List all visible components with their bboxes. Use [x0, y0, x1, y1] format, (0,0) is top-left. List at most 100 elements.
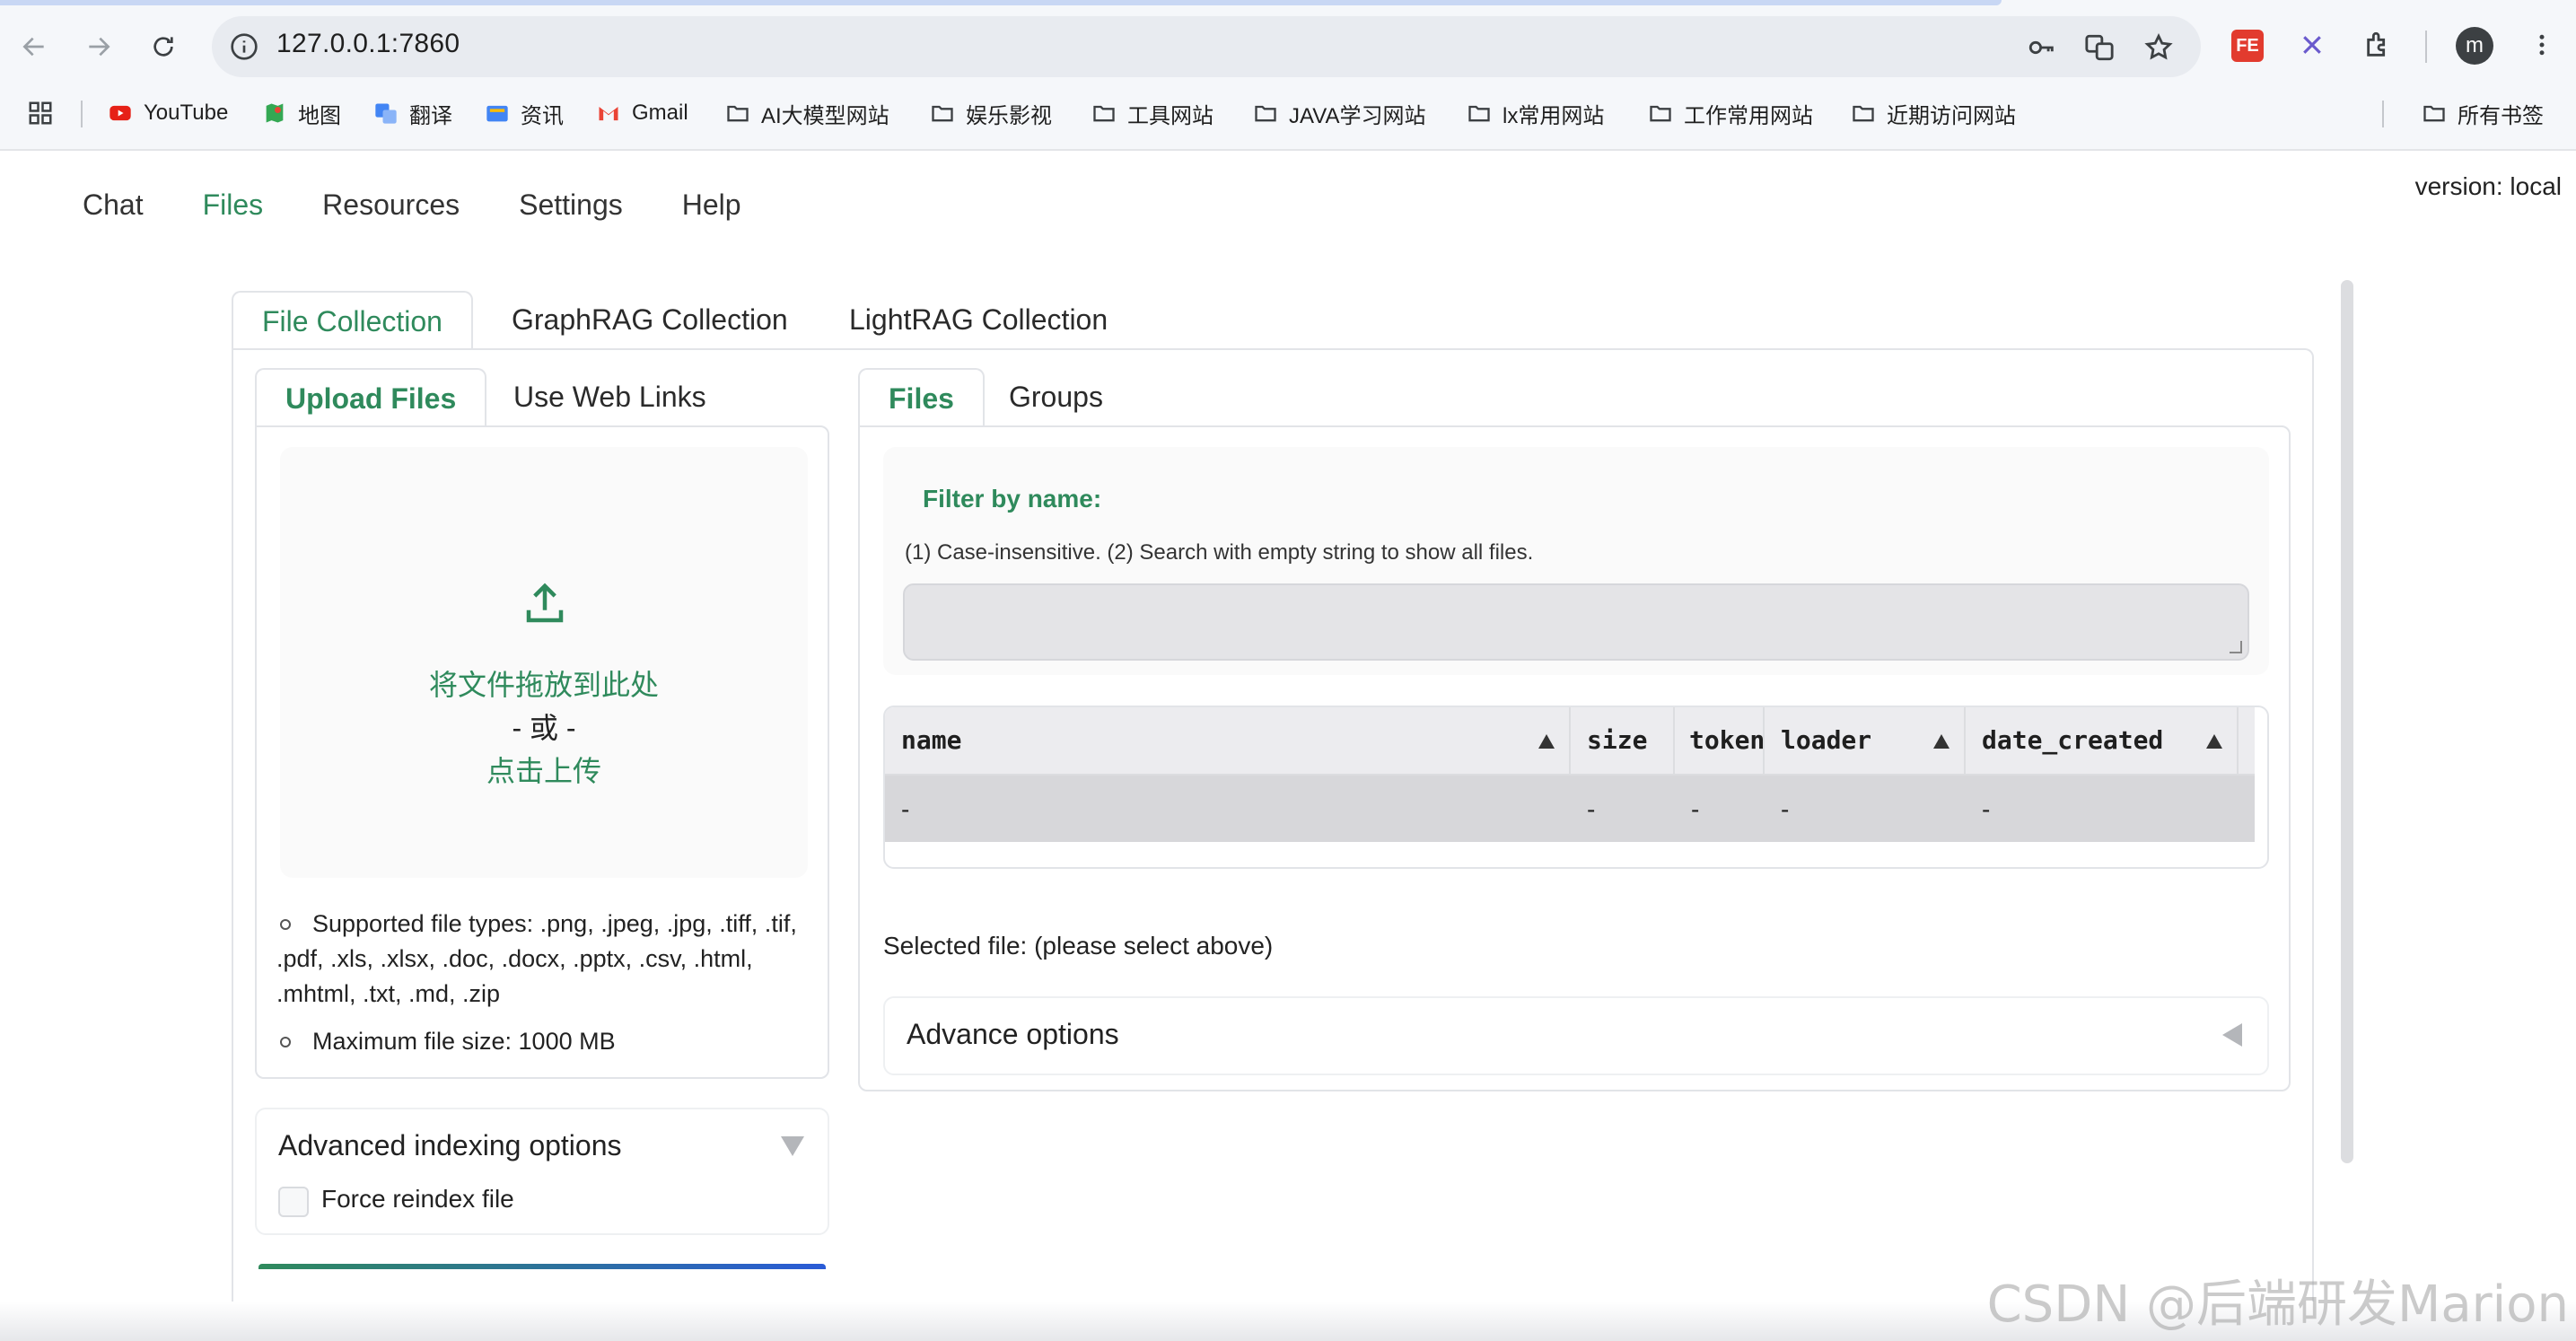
bookmark-label: 地图	[298, 103, 341, 128]
file-dropzone[interactable]: 将文件拖放到此处 - 或 - 点击上传	[280, 447, 808, 878]
nav-files[interactable]: Files	[203, 188, 264, 233]
tab-upload-files[interactable]: Upload Files	[255, 368, 487, 427]
maps-icon	[262, 101, 287, 126]
force-reindex-label: Force reindex file	[321, 1185, 514, 1213]
nav-resources[interactable]: Resources	[322, 188, 460, 233]
column-label: date_created	[1982, 725, 2164, 755]
or-text: - 或 -	[512, 712, 576, 744]
bookmark-folder-ai[interactable]: AI大模型网站	[725, 97, 889, 129]
advance-options-accordion[interactable]: Advance options	[883, 996, 2269, 1075]
bookmark-label: 娱乐影视	[966, 103, 1052, 128]
bookmark-folder-work[interactable]: 工作常用网站	[1648, 97, 1813, 129]
filter-input[interactable]	[903, 583, 2249, 661]
files-panel: Filter by name: (1) Case-insensitive. (2…	[858, 425, 2291, 1091]
sort-up-icon[interactable]	[1538, 734, 1555, 749]
bookmark-label: YouTube	[144, 101, 229, 125]
bookmark-label: 工作常用网站	[1684, 103, 1813, 128]
bookmark-label: 翻译	[409, 103, 452, 128]
resize-grip-icon[interactable]	[2230, 641, 2242, 653]
bookmark-folder-java[interactable]: JAVA学习网站	[1253, 97, 1425, 129]
bookmark-folder-recent[interactable]: 近期访问网站	[1851, 97, 2016, 129]
bookmark-gmail[interactable]: Gmail	[596, 97, 688, 129]
bookmark-folder-entertainment[interactable]: 娱乐影视	[930, 97, 1052, 129]
back-button[interactable]	[11, 23, 57, 70]
tab-files[interactable]: Files	[858, 368, 985, 427]
table-row[interactable]	[885, 776, 2255, 842]
tab-strip-accent	[0, 0, 2002, 5]
bookmark-maps[interactable]: 地图	[262, 97, 341, 129]
reload-icon	[153, 37, 173, 57]
note-item: Supported file types: .png, .jpeg, .jpg,…	[276, 907, 815, 1012]
force-reindex-checkbox[interactable]	[278, 1187, 309, 1217]
tab-groups[interactable]: Groups	[1009, 368, 1103, 427]
site-info-icon[interactable]	[230, 32, 258, 61]
upload-button[interactable]	[258, 1264, 826, 1269]
bookmark-star-icon[interactable]	[2142, 31, 2176, 65]
note-item: Maximum file size: 1000 MB	[276, 1024, 815, 1059]
note-text: Supported file types: .png, .jpeg, .jpg,…	[276, 910, 797, 1007]
tab-graphrag-collection[interactable]: GraphRAG Collection	[512, 291, 788, 350]
profile-avatar[interactable]: m	[2456, 27, 2493, 65]
folder-icon	[1851, 101, 1876, 126]
menu-kebab-icon[interactable]	[2522, 25, 2562, 65]
cell-size: -	[1587, 795, 1596, 823]
folder-icon	[1648, 101, 1673, 126]
bookmark-news[interactable]: 资讯	[485, 97, 564, 129]
arrow-left-icon	[22, 37, 44, 57]
bookmark-label: Gmail	[632, 101, 688, 125]
folder-icon	[1467, 101, 1492, 126]
bookmark-translate[interactable]: 翻译	[373, 97, 452, 129]
folder-icon	[1253, 101, 1278, 126]
bookmark-label: 工具网站	[1127, 103, 1214, 128]
all-bookmarks-folder[interactable]: 所有书签	[2422, 97, 2544, 129]
bookmarks-divider	[81, 101, 83, 127]
forward-button[interactable]	[75, 23, 122, 70]
cell-token: -	[1691, 795, 1700, 823]
tab-file-collection[interactable]: File Collection	[232, 291, 473, 350]
reload-button[interactable]	[140, 23, 187, 70]
caret-down-icon[interactable]	[781, 1136, 804, 1156]
nav-chat[interactable]: Chat	[83, 188, 144, 233]
bullet-icon	[280, 1037, 291, 1047]
tab-use-web-links[interactable]: Use Web Links	[513, 368, 706, 427]
bookmark-youtube[interactable]: YouTube	[108, 97, 228, 129]
translate-page-icon[interactable]	[2082, 31, 2116, 65]
page-scrollbar[interactable]	[2341, 280, 2353, 1163]
version-label: version: local	[2414, 172, 2562, 200]
selected-file-text: Selected file: (please select above)	[883, 932, 1274, 960]
column-header-loader[interactable]: loader	[1765, 707, 1966, 776]
nav-help[interactable]: Help	[682, 188, 741, 233]
bullet-icon	[280, 919, 291, 930]
cell-date-created: -	[1982, 795, 1991, 823]
toolbar-divider	[2425, 31, 2427, 63]
bookmark-folder-lx[interactable]: lx常用网站	[1467, 97, 1604, 129]
watermark: CSDN @后端研发Marion	[1986, 1275, 2569, 1334]
address-bar[interactable]: 127.0.0.1:7860	[212, 16, 2201, 77]
youtube-icon	[108, 101, 133, 126]
fe-extension-icon[interactable]: FE	[2231, 30, 2264, 62]
cell-loader: -	[1781, 795, 1790, 823]
sort-up-icon[interactable]	[1933, 734, 1950, 749]
column-header-date-created[interactable]: date_created	[1966, 707, 2239, 776]
column-header-size[interactable]: size	[1571, 707, 1675, 776]
column-header-name[interactable]: name	[885, 707, 1571, 776]
drop-text: 将文件拖放到此处	[428, 669, 659, 701]
bookmark-label: 所有书签	[2458, 103, 2544, 128]
bookmark-label: AI大模型网站	[761, 103, 889, 128]
gmail-icon	[596, 101, 621, 126]
bookmark-folder-tools[interactable]: 工具网站	[1091, 97, 1214, 129]
advanced-indexing-accordion[interactable]: Advanced indexing options Force reindex …	[255, 1108, 829, 1235]
caret-left-icon[interactable]	[2222, 1023, 2242, 1047]
password-key-icon[interactable]	[2025, 31, 2059, 65]
click-to-upload[interactable]: 点击上传	[280, 749, 808, 790]
column-header-token[interactable]: token	[1675, 707, 1765, 776]
sort-up-icon[interactable]	[2206, 734, 2222, 749]
extensions-puzzle-icon[interactable]	[2359, 25, 2398, 65]
nav-settings[interactable]: Settings	[519, 188, 623, 233]
x-extension-icon[interactable]	[2292, 25, 2332, 65]
upload-panel: 将文件拖放到此处 - 或 - 点击上传 Supported file types…	[255, 425, 829, 1079]
apps-grid-icon[interactable]	[27, 97, 54, 129]
translate-icon	[373, 101, 399, 126]
filter-label: Filter by name:	[923, 485, 1102, 513]
tab-lightrag-collection[interactable]: LightRAG Collection	[849, 291, 1108, 350]
